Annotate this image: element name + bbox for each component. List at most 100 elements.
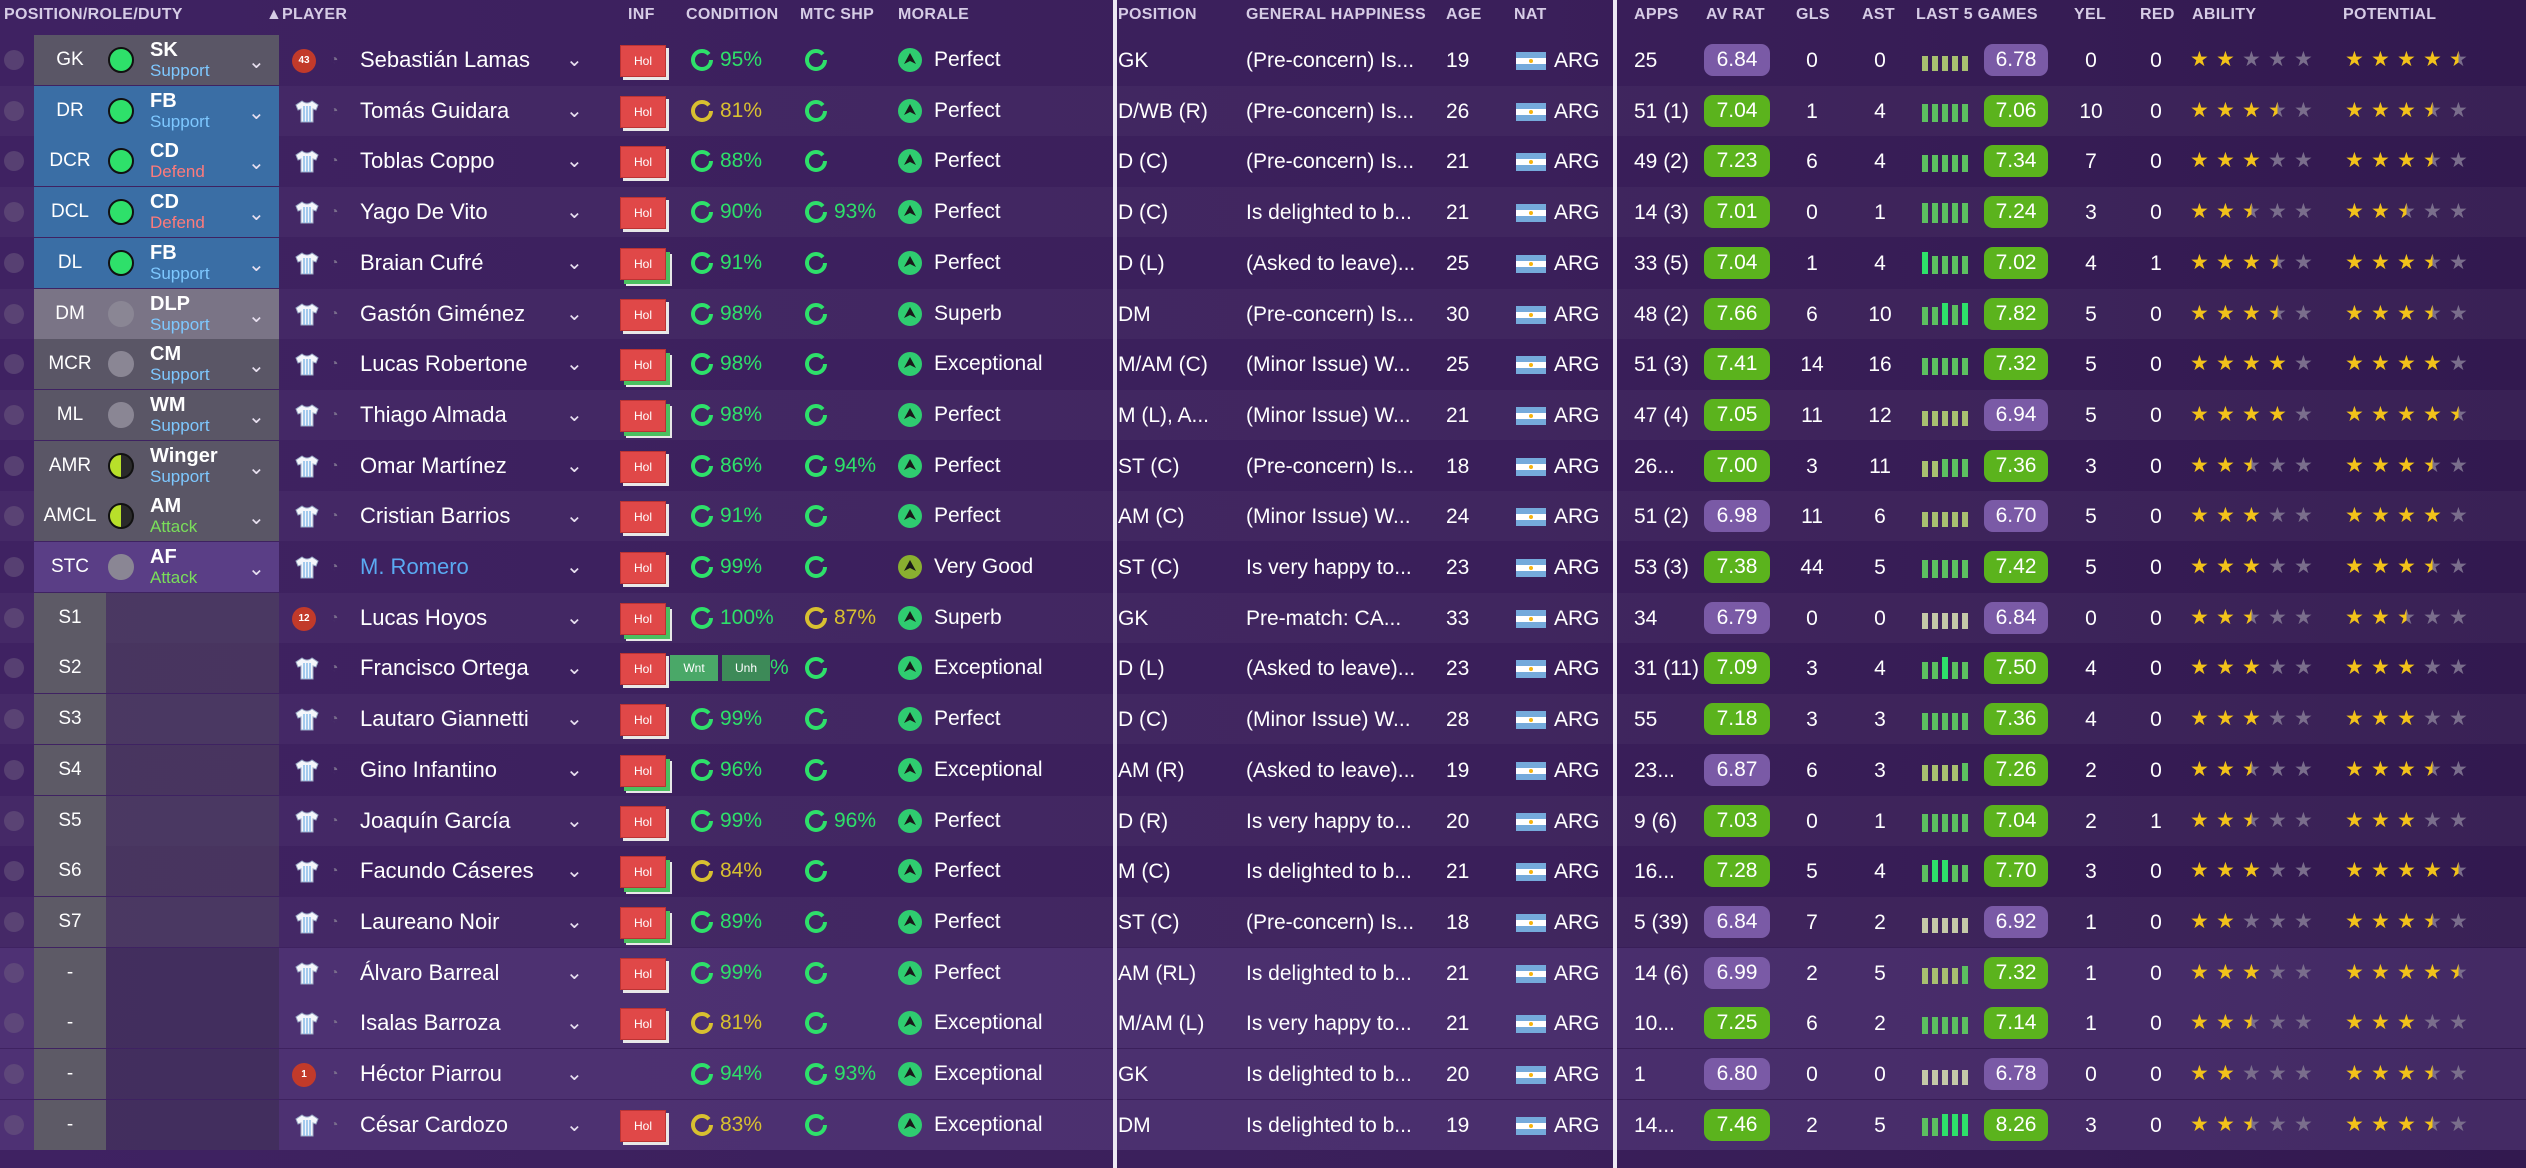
general-happiness[interactable]: (Minor Issue) W... <box>1246 708 1436 732</box>
holiday-badge[interactable]: Hol <box>620 349 666 382</box>
header-potential[interactable]: POTENTIAL <box>2343 6 2436 24</box>
table-row[interactable]: - 1 ◔ Héctor Piarrou ⌄ 94% 93% Exceptional GK Is … <box>0 1049 2526 1099</box>
player-name[interactable]: Joaquín García <box>360 808 510 834</box>
chevron-down-icon[interactable]: ⌄ <box>566 808 583 833</box>
header-apps[interactable]: APPS <box>1634 6 1679 24</box>
general-happiness[interactable]: (Asked to leave)... <box>1246 759 1436 783</box>
header-last-5-games[interactable]: LAST 5 GAMES <box>1916 6 2038 24</box>
chevron-down-icon[interactable]: ⌄ <box>566 47 583 72</box>
player-name[interactable]: Francisco Ortega <box>360 655 529 681</box>
player-name[interactable]: Isalas Barroza <box>360 1010 501 1036</box>
table-row[interactable]: MCR CM Support ⌄ ◔ Lucas Robertone ⌄ Hol 98% Exce… <box>0 339 2526 390</box>
holiday-badge[interactable]: Hol <box>620 1109 666 1142</box>
table-row[interactable]: AMR Winger Support ⌄ ◔ Omar Martínez ⌄ Hol 86% 94… <box>0 440 2526 491</box>
table-row[interactable]: AMCL AM Attack ⌄ ◔ Cristian Barrios ⌄ Hol 91% Per… <box>0 491 2526 542</box>
chevron-down-icon[interactable]: ⌄ <box>566 909 583 934</box>
header-yel[interactable]: YEL <box>2074 6 2106 24</box>
player-name[interactable]: Lautaro Giannetti <box>360 706 529 732</box>
table-row[interactable]: S7 ◔ Laureano Noir ⌄ Hol 89% Perfect ST (C) (Pre… <box>0 896 2526 947</box>
table-row[interactable]: S4 ◔ Gino Infantino ⌄ Hol 96% Exceptional AM (R… <box>0 744 2526 795</box>
chevron-down-icon[interactable]: ⌄ <box>248 201 265 226</box>
general-happiness[interactable]: Is delighted to b... <box>1246 1063 1436 1087</box>
header-general-happiness[interactable]: GENERAL HAPPINESS <box>1246 6 1426 24</box>
row-select-icon[interactable] <box>4 709 24 730</box>
holiday-badge[interactable]: Hol <box>620 501 666 534</box>
row-select-icon[interactable] <box>4 861 24 882</box>
table-row[interactable]: - ◔ César Cardozo ⌄ Hol 83% Exceptional DM Is de… <box>0 1099 2526 1150</box>
header-ast[interactable]: AST <box>1862 6 1895 24</box>
table-row[interactable]: GK SK Support ⌄ 43 ◔ Sebastián Lamas ⌄ Hol 95% Per… <box>0 35 2526 85</box>
general-happiness[interactable]: (Minor Issue) W... <box>1246 505 1436 529</box>
general-happiness[interactable]: (Asked to leave)... <box>1246 252 1436 276</box>
header-av-rat[interactable]: AV RAT <box>1706 6 1765 24</box>
player-name[interactable]: César Cardozo <box>360 1112 508 1138</box>
chevron-down-icon[interactable]: ⌄ <box>566 250 583 275</box>
chevron-down-icon[interactable]: ⌄ <box>248 404 265 429</box>
chevron-down-icon[interactable]: ⌄ <box>248 100 265 125</box>
holiday-badge[interactable]: Hol <box>620 653 666 686</box>
holiday-badge[interactable]: Hol <box>620 450 666 483</box>
chevron-down-icon[interactable]: ⌄ <box>566 605 583 630</box>
general-happiness[interactable]: (Pre-concern) Is... <box>1246 49 1436 73</box>
holiday-badge[interactable]: Hol <box>620 399 666 432</box>
row-select-icon[interactable] <box>4 303 24 324</box>
general-happiness[interactable]: Is very happy to... <box>1246 556 1436 580</box>
general-happiness[interactable]: (Pre-concern) Is... <box>1246 303 1436 327</box>
header-red[interactable]: RED <box>2140 6 2175 24</box>
chevron-down-icon[interactable]: ⌄ <box>566 148 583 173</box>
holiday-badge[interactable]: Hol <box>620 1008 666 1041</box>
header-condition[interactable]: CONDITION <box>686 6 778 24</box>
general-happiness[interactable]: Is delighted to b... <box>1246 201 1436 225</box>
holiday-badge[interactable]: Hol <box>620 197 666 230</box>
header-player[interactable]: PLAYER <box>282 6 347 24</box>
chevron-down-icon[interactable]: ⌄ <box>248 505 265 530</box>
table-row[interactable]: DL FB Support ⌄ ◔ Braian Cufré ⌄ Hol 91% Perfect D… <box>0 237 2526 288</box>
chevron-down-icon[interactable]: ⌄ <box>566 706 583 731</box>
header-nat[interactable]: NAT <box>1514 6 1547 24</box>
chevron-down-icon[interactable]: ⌄ <box>566 757 583 782</box>
general-happiness[interactable]: Is delighted to b... <box>1246 860 1436 884</box>
player-name[interactable]: Braian Cufré <box>360 250 484 276</box>
chevron-down-icon[interactable]: ⌄ <box>248 353 265 378</box>
row-select-icon[interactable] <box>4 455 24 476</box>
holiday-badge[interactable]: Hol <box>620 45 666 77</box>
general-happiness[interactable]: (Pre-concern) Is... <box>1246 150 1436 174</box>
chevron-down-icon[interactable]: ⌄ <box>566 1010 583 1035</box>
holiday-badge[interactable]: Hol <box>620 704 666 737</box>
chevron-down-icon[interactable]: ⌄ <box>566 1112 583 1137</box>
general-happiness[interactable]: (Asked to leave)... <box>1246 657 1436 681</box>
general-happiness[interactable]: Pre-match: CA... <box>1246 607 1436 631</box>
row-select-icon[interactable] <box>4 50 24 70</box>
table-row[interactable]: ML WM Support ⌄ ◔ Thiago Almada ⌄ Hol 98% Perfect… <box>0 389 2526 440</box>
header-inf[interactable]: INF <box>628 6 655 24</box>
player-name[interactable]: Toblas Coppo <box>360 148 495 174</box>
holiday-badge[interactable]: Hol <box>620 754 666 787</box>
player-name[interactable]: Tomás Guidara <box>360 98 509 124</box>
row-select-icon[interactable] <box>4 506 24 527</box>
chevron-down-icon[interactable]: ⌄ <box>566 1061 583 1086</box>
holiday-badge[interactable]: Hol <box>620 95 666 128</box>
chevron-down-icon[interactable]: ⌄ <box>248 252 265 277</box>
holiday-badge[interactable]: Hol <box>620 957 666 990</box>
holiday-badge[interactable]: Hol <box>620 552 666 584</box>
table-row[interactable]: - ◔ Álvaro Barreal ⌄ Hol 99% Perfect AM (RL) Is … <box>0 947 2526 998</box>
row-select-icon[interactable] <box>4 202 24 223</box>
row-select-icon[interactable] <box>4 1114 24 1135</box>
row-select-icon[interactable] <box>4 557 24 577</box>
row-select-icon[interactable] <box>4 100 24 121</box>
header-position-role-duty[interactable]: POSITION/ROLE/DUTY <box>4 6 183 24</box>
chevron-down-icon[interactable]: ⌄ <box>566 402 583 427</box>
general-happiness[interactable]: (Pre-concern) Is... <box>1246 455 1436 479</box>
general-happiness[interactable]: (Pre-concern) Is... <box>1246 100 1436 124</box>
chevron-down-icon[interactable]: ⌄ <box>248 303 265 328</box>
header-ability[interactable]: ABILITY <box>2192 6 2256 24</box>
holiday-badge[interactable]: Hol <box>620 247 666 280</box>
row-select-icon[interactable] <box>4 252 24 273</box>
player-name[interactable]: Laureano Noir <box>360 909 499 935</box>
chevron-down-icon[interactable]: ⌄ <box>566 453 583 478</box>
player-name[interactable]: Sebastián Lamas <box>360 47 530 73</box>
player-name[interactable]: Cristian Barrios <box>360 503 510 529</box>
player-name[interactable]: Facundo Cáseres <box>360 858 534 884</box>
chevron-down-icon[interactable]: ⌄ <box>248 150 265 175</box>
player-name[interactable]: Omar Martínez <box>360 453 507 479</box>
